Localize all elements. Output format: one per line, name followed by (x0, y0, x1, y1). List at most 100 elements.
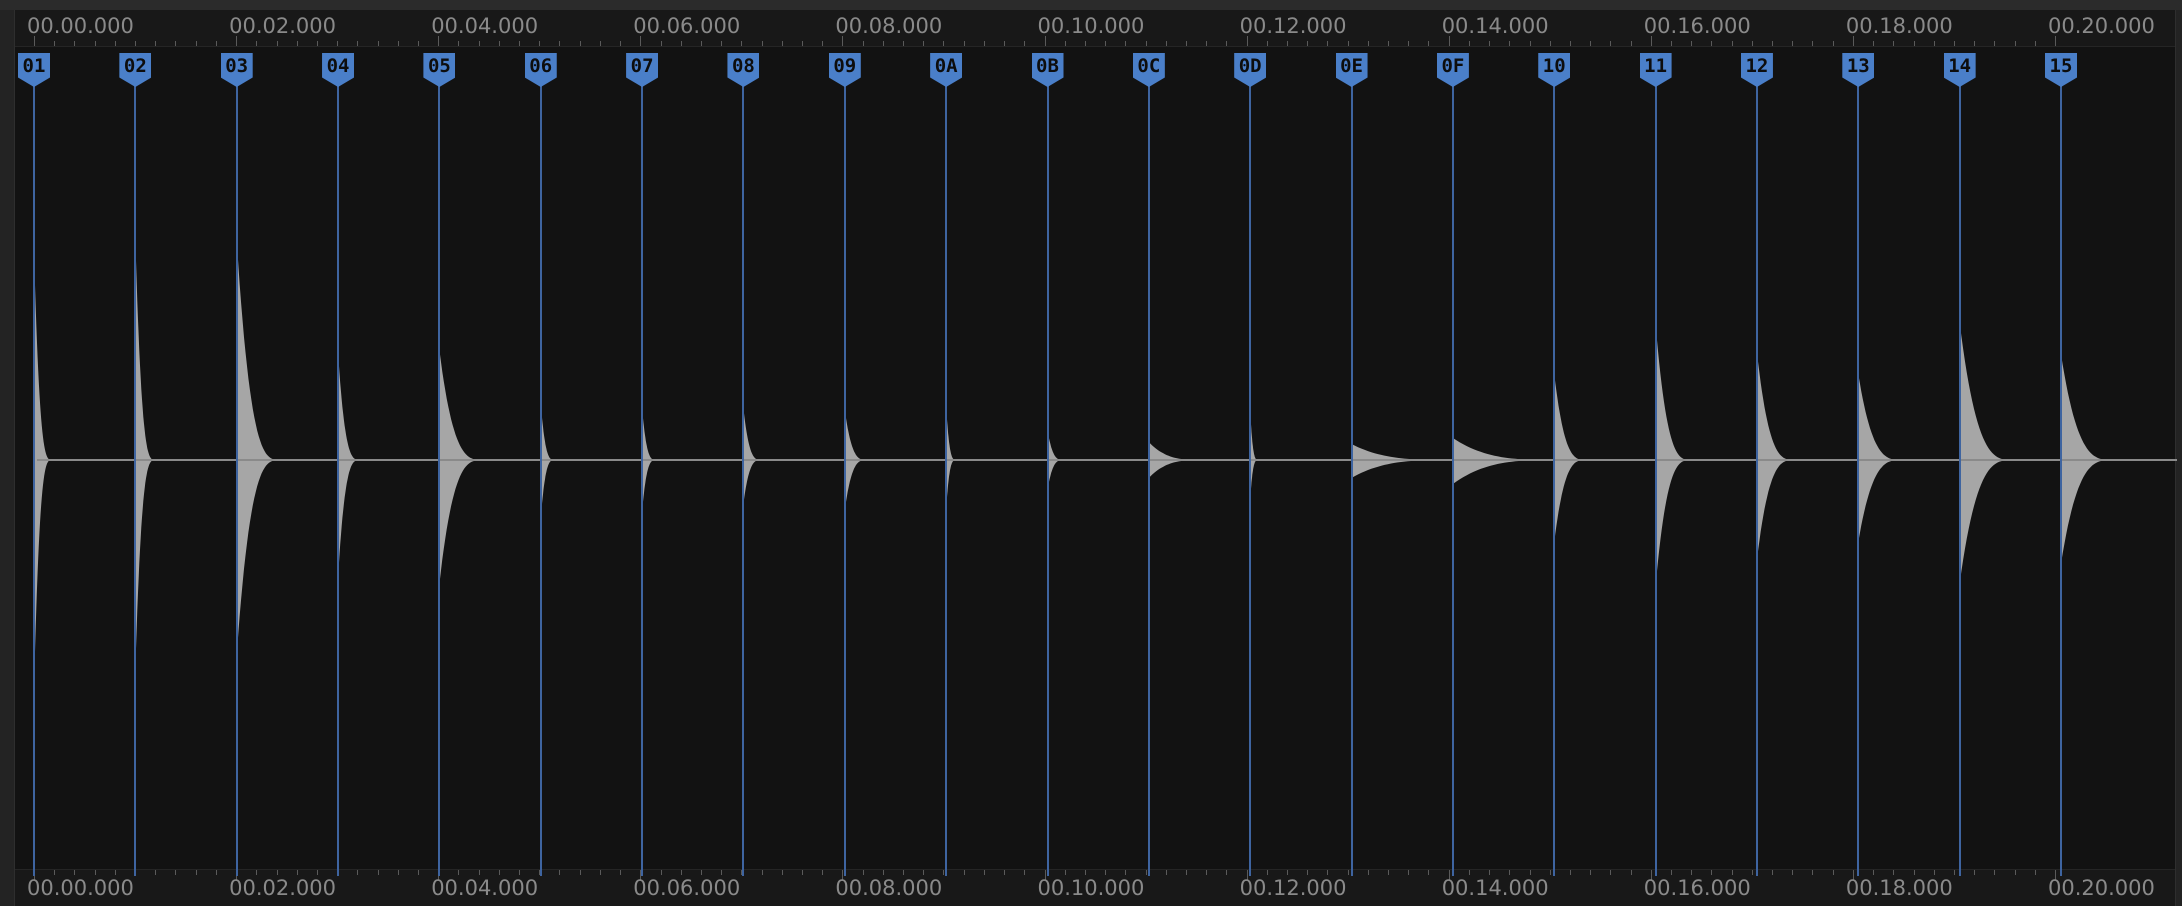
slice-marker-0d[interactable]: 0D (1234, 53, 1267, 87)
bottom-ruler-tick (478, 870, 480, 875)
bottom-ruler-tick (1691, 870, 1693, 875)
slice-marker-line[interactable] (843, 80, 846, 876)
slice-marker-02[interactable]: 02 (119, 53, 152, 87)
slice-marker-09[interactable]: 09 (828, 53, 861, 87)
bottom-ruler-tick (1024, 870, 1026, 875)
bottom-ruler-tick (700, 870, 702, 875)
marker-label: 01 (22, 55, 46, 77)
marker-label: 10 (1542, 55, 1566, 77)
slice-marker-line[interactable] (1451, 80, 1454, 876)
slice-marker-line[interactable] (2060, 80, 2062, 876)
slice-marker-line[interactable] (1350, 80, 1353, 876)
bottom-ruler-tick (114, 870, 116, 875)
bottom-ruler-time-label: 00.08.000 (835, 876, 943, 900)
marker-label: 09 (833, 55, 857, 77)
slice-marker-line[interactable] (438, 80, 441, 876)
slice-marker-line[interactable] (1147, 80, 1150, 876)
bottom-ruler-tick (761, 870, 763, 875)
slice-marker-line[interactable] (742, 80, 745, 876)
marker-label: 04 (326, 55, 350, 77)
bottom-ruler-tick (1610, 870, 1612, 875)
slice-marker-0a[interactable]: 0A (930, 53, 963, 87)
marker-label: 06 (529, 55, 553, 77)
transient-14 (1959, 322, 2014, 584)
bottom-ruler-tick (1509, 870, 1511, 875)
bottom-ruler-tick (781, 870, 783, 875)
slice-marker-06[interactable]: 06 (524, 53, 557, 87)
slice-marker-line[interactable] (1249, 80, 1252, 876)
bottom-ruler-tick (1974, 870, 1976, 875)
bottom-ruler-tick (1569, 870, 1571, 875)
transient-08 (743, 408, 762, 504)
bottom-ruler-tick (1893, 870, 1895, 875)
bottom-ruler-tick (1266, 870, 1268, 875)
bottom-ruler-tick (94, 870, 96, 875)
slice-marker-10[interactable]: 10 (1538, 53, 1571, 87)
top-ruler-time-label: 00.20.000 (2048, 14, 2155, 38)
slice-marker-line[interactable] (1857, 80, 1860, 876)
slice-marker-01[interactable]: 01 (18, 53, 50, 87)
bottom-ruler-tick (1792, 870, 1794, 875)
slice-marker-0b[interactable]: 0B (1031, 53, 1064, 87)
top-ruler-time-label: 00.00.000 (27, 14, 134, 38)
slice-marker-line[interactable] (1046, 80, 1049, 876)
bottom-ruler-tick (1004, 870, 1006, 875)
bottom-ruler-tick (1388, 870, 1390, 875)
slice-marker-13[interactable]: 13 (1842, 53, 1875, 87)
marker-label: 02 (123, 55, 147, 77)
slice-marker-0e[interactable]: 0E (1335, 53, 1368, 87)
slice-marker-line[interactable] (945, 80, 948, 876)
bottom-ruler-tick (2034, 870, 2036, 875)
transient-04 (338, 352, 360, 578)
bottom-ruler-tick (377, 870, 379, 875)
slice-marker-14[interactable]: 14 (1943, 53, 1976, 87)
bottom-ruler-tick (983, 870, 985, 875)
waveform-viewport[interactable]: 00.00.000 00.02.000 00.04.000 00.06.000 00.0… (14, 10, 2177, 906)
bottom-ruler-tick (1327, 870, 1329, 875)
bottom-ruler-time-label: 00.16.000 (1643, 876, 1751, 900)
bottom-ruler-tick (1165, 870, 1167, 875)
slice-marker-line[interactable] (1654, 80, 1657, 876)
slice-marker-04[interactable]: 04 (322, 53, 355, 87)
bottom-ruler-tick (801, 870, 803, 875)
slice-marker-05[interactable]: 05 (423, 53, 456, 87)
transient-06 (540, 402, 555, 520)
bottom-ruler-tick (155, 870, 157, 875)
slice-marker-line[interactable] (1553, 80, 1556, 876)
bottom-ruler-tick (215, 870, 217, 875)
transient-01 (34, 250, 52, 690)
bottom-ruler-tick (397, 870, 399, 875)
bottom-ruler-tick (1145, 870, 1147, 875)
bottom-ruler-tick (1105, 870, 1107, 875)
bottom-ruler-tick (458, 870, 460, 875)
slice-marker-03[interactable]: 03 (220, 53, 253, 87)
top-ruler-time-label: 00.16.000 (1643, 14, 1751, 38)
marker-label: 12 (1745, 55, 1769, 77)
slice-marker-15[interactable]: 15 (2045, 53, 2077, 87)
slice-marker-line[interactable] (235, 80, 238, 876)
bottom-ruler-tick (1590, 870, 1592, 875)
slice-marker-line[interactable] (337, 80, 340, 876)
slice-marker-line[interactable] (1755, 80, 1758, 876)
transient-02 (135, 238, 156, 670)
slice-marker-line[interactable] (1958, 80, 1961, 876)
top-ruler-time-label: 00.14.000 (1441, 14, 1549, 38)
transient-11 (1655, 324, 1692, 586)
slice-marker-0c[interactable]: 0C (1132, 53, 1165, 87)
bottom-ruler-tick (1185, 870, 1187, 875)
slice-marker-11[interactable]: 11 (1639, 53, 1672, 87)
slice-marker-line[interactable] (539, 80, 542, 876)
transient-13 (1858, 374, 1903, 542)
bottom-ruler-tick (1772, 870, 1774, 875)
slice-marker-line[interactable] (33, 80, 35, 876)
bottom-ruler-tick (1529, 870, 1531, 875)
slice-marker-0f[interactable]: 0F (1436, 53, 1469, 87)
slice-marker-12[interactable]: 12 (1740, 53, 1773, 87)
bottom-ruler-tick (1731, 870, 1733, 875)
timeline-ruler-top[interactable]: 00.00.000 00.02.000 00.04.000 00.06.000 00.0… (15, 10, 2175, 47)
slice-marker-08[interactable]: 08 (727, 53, 760, 87)
slice-marker-line[interactable] (134, 80, 137, 876)
slice-marker-line[interactable] (641, 80, 644, 876)
marker-label: 14 (1948, 55, 1972, 77)
slice-marker-07[interactable]: 07 (626, 53, 659, 87)
